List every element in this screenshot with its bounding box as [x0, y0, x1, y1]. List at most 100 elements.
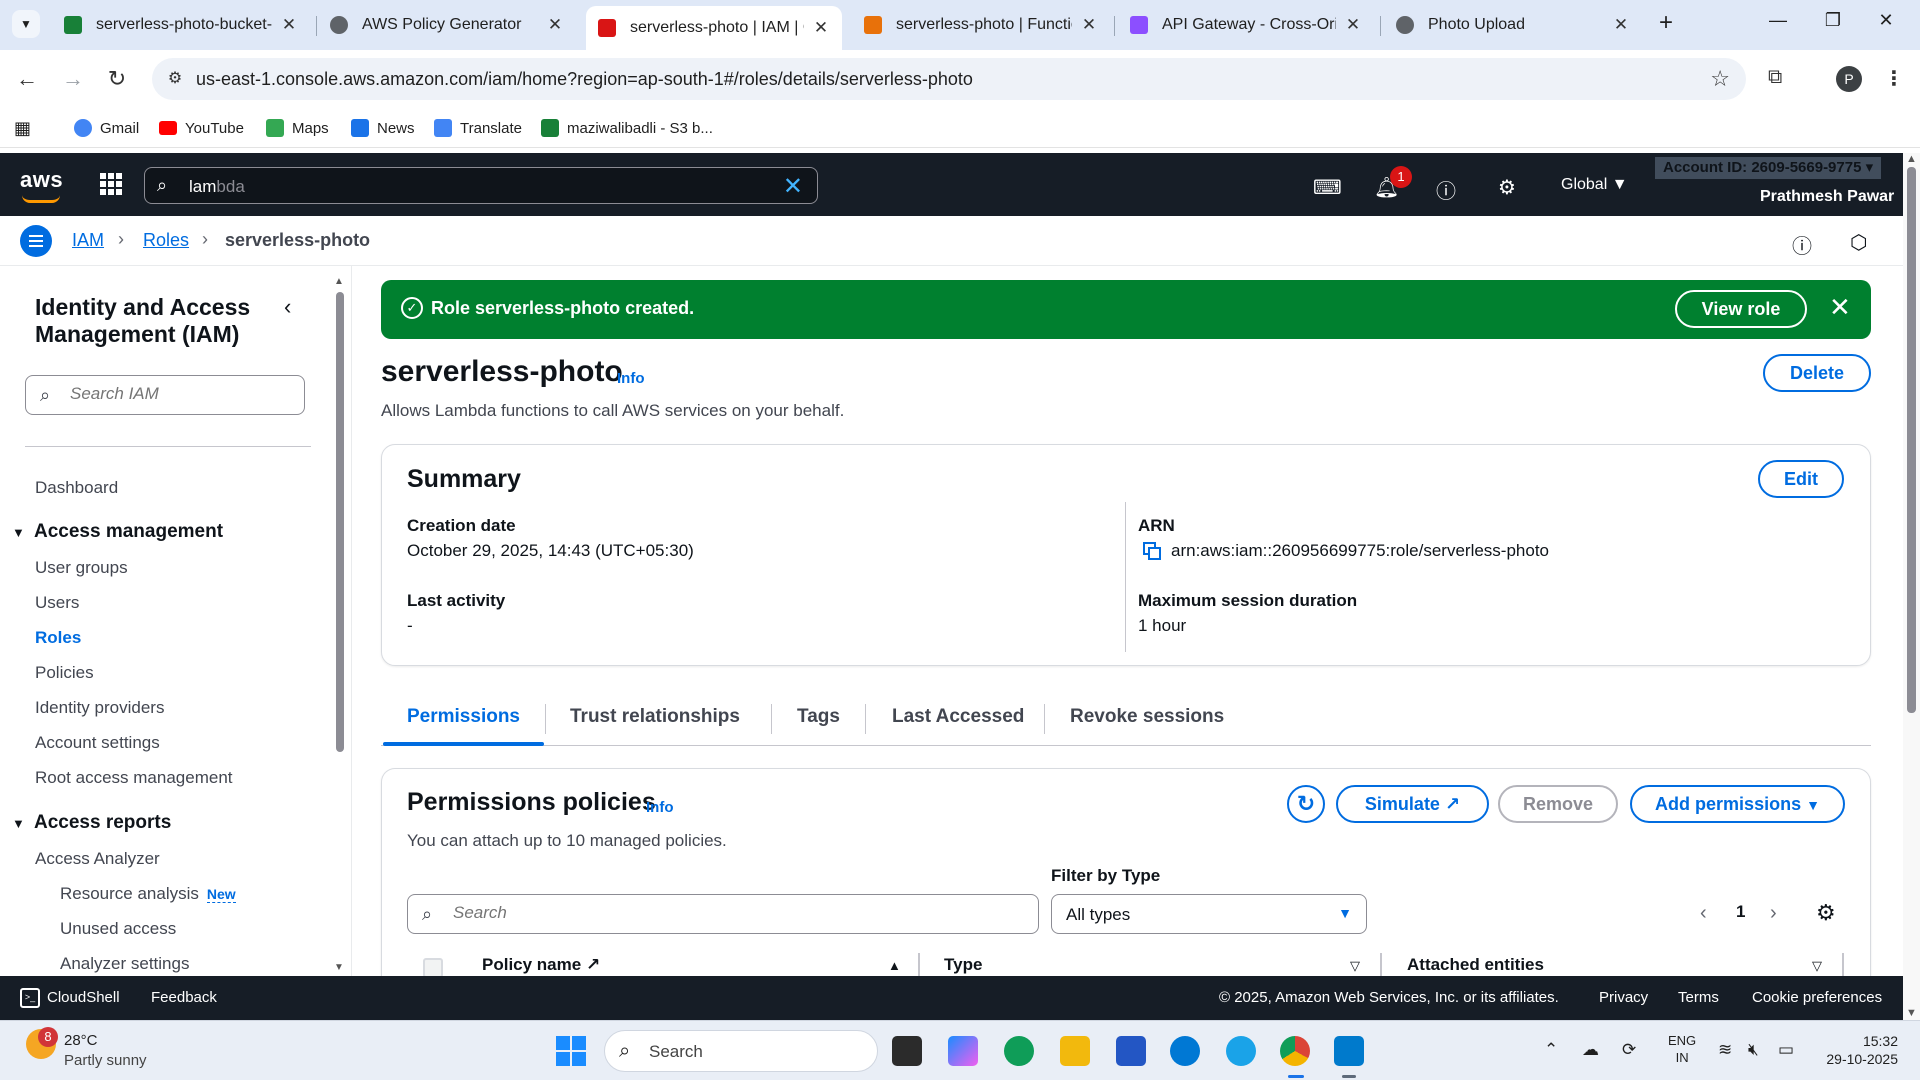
- hamburger-menu-icon[interactable]: [20, 225, 52, 257]
- site-info-icon[interactable]: ⚙: [164, 68, 186, 90]
- tab-search-button[interactable]: ▼: [12, 10, 40, 38]
- browser-menu-icon[interactable]: ⋮: [1884, 66, 1904, 91]
- browser-tab[interactable]: serverless-photo | Function ✕: [852, 8, 1110, 42]
- select-all-checkbox[interactable]: [423, 958, 443, 978]
- copilot-icon[interactable]: [948, 1036, 978, 1066]
- close-tab-icon[interactable]: ✕: [1612, 15, 1630, 35]
- tab-trust-relationships[interactable]: Trust relationships: [570, 706, 740, 728]
- sort-desc-icon[interactable]: ▽: [1350, 958, 1360, 974]
- tab-tags[interactable]: Tags: [797, 706, 840, 728]
- cloudshell-link[interactable]: CloudShell: [47, 989, 120, 1006]
- close-window-button[interactable]: ✕: [1866, 10, 1906, 31]
- url-text[interactable]: us-east-1.console.aws.amazon.com/iam/hom…: [196, 69, 973, 90]
- next-page-icon[interactable]: ›: [1770, 902, 1777, 925]
- back-button[interactable]: ←: [12, 64, 42, 94]
- dismiss-flash-icon[interactable]: ✕: [1829, 292, 1851, 323]
- apps-grid-icon[interactable]: ▦: [14, 116, 31, 140]
- policy-search-field[interactable]: [453, 903, 1013, 923]
- sync-icon[interactable]: ⟳: [1622, 1040, 1636, 1060]
- bookmark-youtube[interactable]: YouTube: [159, 116, 244, 140]
- tab-last-accessed[interactable]: Last Accessed: [892, 706, 1024, 728]
- col-type[interactable]: Type: [944, 955, 982, 975]
- breadcrumb-iam[interactable]: IAM: [72, 230, 104, 251]
- nav-section-access-reports[interactable]: ▼ Access reports: [12, 812, 171, 834]
- browser-tab[interactable]: API Gateway - Cross-Origin ✕: [1118, 8, 1374, 42]
- view-role-button[interactable]: View role: [1675, 290, 1807, 328]
- bookmark-s3[interactable]: maziwalibadli - S3 b...: [541, 116, 713, 140]
- bookmark-star-icon[interactable]: ☆: [1710, 66, 1730, 92]
- nav-access-analyzer[interactable]: Access Analyzer: [35, 849, 160, 869]
- user-name[interactable]: Prathmesh Pawar: [1760, 188, 1894, 206]
- breadcrumb-roles[interactable]: Roles: [143, 230, 189, 251]
- nav-root-access-management[interactable]: Root access management: [35, 768, 233, 788]
- clock[interactable]: 15:32 29-10-2025: [1818, 1032, 1898, 1068]
- wifi-icon[interactable]: ≋: [1718, 1040, 1732, 1060]
- close-tab-icon[interactable]: ✕: [1080, 15, 1098, 35]
- language-indicator[interactable]: ENG IN: [1668, 1032, 1696, 1066]
- simulate-button[interactable]: Simulate ↗: [1336, 785, 1489, 823]
- terms-link[interactable]: Terms: [1678, 989, 1719, 1006]
- iam-search-input[interactable]: ⌕: [25, 375, 305, 415]
- privacy-link[interactable]: Privacy: [1599, 989, 1648, 1006]
- collapse-nav-icon[interactable]: ‹: [284, 294, 291, 320]
- aws-search-input[interactable]: ⌕ lambda ✕: [144, 167, 818, 204]
- page-scrollbar[interactable]: ▲ ▼: [1903, 153, 1920, 1023]
- feedback-link[interactable]: Feedback: [151, 989, 217, 1006]
- page-info-link[interactable]: Info: [617, 370, 645, 387]
- nav-users[interactable]: Users: [35, 593, 79, 613]
- browser-tab[interactable]: serverless-photo-bucket-1 ✕: [52, 8, 310, 42]
- clear-search-icon[interactable]: ✕: [783, 172, 803, 201]
- close-tab-icon[interactable]: ✕: [812, 18, 830, 38]
- new-tab-button[interactable]: +: [1652, 10, 1680, 38]
- permissions-info-link[interactable]: Info: [646, 799, 674, 816]
- sort-asc-icon[interactable]: ▲: [888, 958, 901, 973]
- cloudshell-icon[interactable]: ⌨: [1313, 175, 1342, 200]
- battery-icon[interactable]: ▭: [1778, 1040, 1794, 1060]
- refresh-button[interactable]: ↻: [1287, 785, 1325, 823]
- add-permissions-button[interactable]: Add permissions ▼: [1630, 785, 1845, 823]
- nav-user-groups[interactable]: User groups: [35, 558, 128, 578]
- close-tab-icon[interactable]: ✕: [280, 15, 298, 35]
- tab-revoke-sessions[interactable]: Revoke sessions: [1070, 706, 1224, 728]
- bookmark-news[interactable]: News: [351, 116, 415, 140]
- weather-desc[interactable]: Partly sunny: [64, 1052, 147, 1069]
- settings-panel-icon[interactable]: ⬡: [1850, 230, 1867, 255]
- bookmark-translate[interactable]: Translate: [434, 116, 522, 140]
- prev-page-icon[interactable]: ‹: [1700, 902, 1707, 925]
- info-panel-icon[interactable]: ⓘ: [1792, 230, 1812, 259]
- remove-button[interactable]: Remove: [1498, 785, 1618, 823]
- profile-avatar[interactable]: P: [1836, 66, 1862, 92]
- aws-logo[interactable]: aws: [20, 167, 63, 193]
- nav-policies[interactable]: Policies: [35, 663, 94, 683]
- volume-muted-icon[interactable]: 🔇︎: [1748, 1040, 1759, 1060]
- services-grid-icon[interactable]: [100, 173, 122, 195]
- minimize-button[interactable]: —: [1758, 10, 1798, 31]
- omnibox[interactable]: ⚙ us-east-1.console.aws.amazon.com/iam/h…: [152, 58, 1746, 100]
- help-icon[interactable]: ⓘ: [1436, 175, 1456, 204]
- page-scroll-thumb[interactable]: [1907, 167, 1916, 713]
- vscode-icon[interactable]: [1334, 1036, 1364, 1066]
- account-id-menu[interactable]: Account ID: 2609-5669-9775 ▾: [1655, 157, 1882, 179]
- col-attached-entities[interactable]: Attached entities: [1407, 955, 1544, 975]
- nav-unused-access[interactable]: Unused access: [60, 919, 176, 939]
- nav-roles[interactable]: Roles: [35, 628, 81, 648]
- nav-analyzer-settings[interactable]: Analyzer settings: [60, 954, 189, 974]
- store-icon[interactable]: [1116, 1036, 1146, 1066]
- policy-search-input[interactable]: ⌕: [407, 894, 1039, 934]
- type-filter-select[interactable]: All types ▼: [1051, 894, 1367, 934]
- onedrive-cloud-icon[interactable]: ☁: [1582, 1040, 1599, 1060]
- current-page[interactable]: 1: [1736, 902, 1745, 922]
- hp-icon[interactable]: [1170, 1036, 1200, 1066]
- file-explorer-icon[interactable]: [1060, 1036, 1090, 1066]
- nav-identity-providers[interactable]: Identity providers: [35, 698, 164, 718]
- iam-search-field[interactable]: [70, 384, 290, 404]
- nav-scrollbar[interactable]: ▲ ▼: [334, 276, 346, 976]
- browser-tab-active[interactable]: serverless-photo | IAM | Gl ✕: [586, 6, 842, 50]
- nav-dashboard[interactable]: Dashboard: [35, 478, 118, 498]
- forward-button[interactable]: →: [58, 64, 88, 94]
- settings-gear-icon[interactable]: ⚙: [1498, 175, 1516, 200]
- region-selector[interactable]: Global ▼: [1561, 176, 1628, 194]
- bookmark-gmail[interactable]: Gmail: [74, 116, 139, 140]
- chrome-icon[interactable]: [1280, 1036, 1310, 1066]
- delete-button[interactable]: Delete: [1763, 354, 1871, 392]
